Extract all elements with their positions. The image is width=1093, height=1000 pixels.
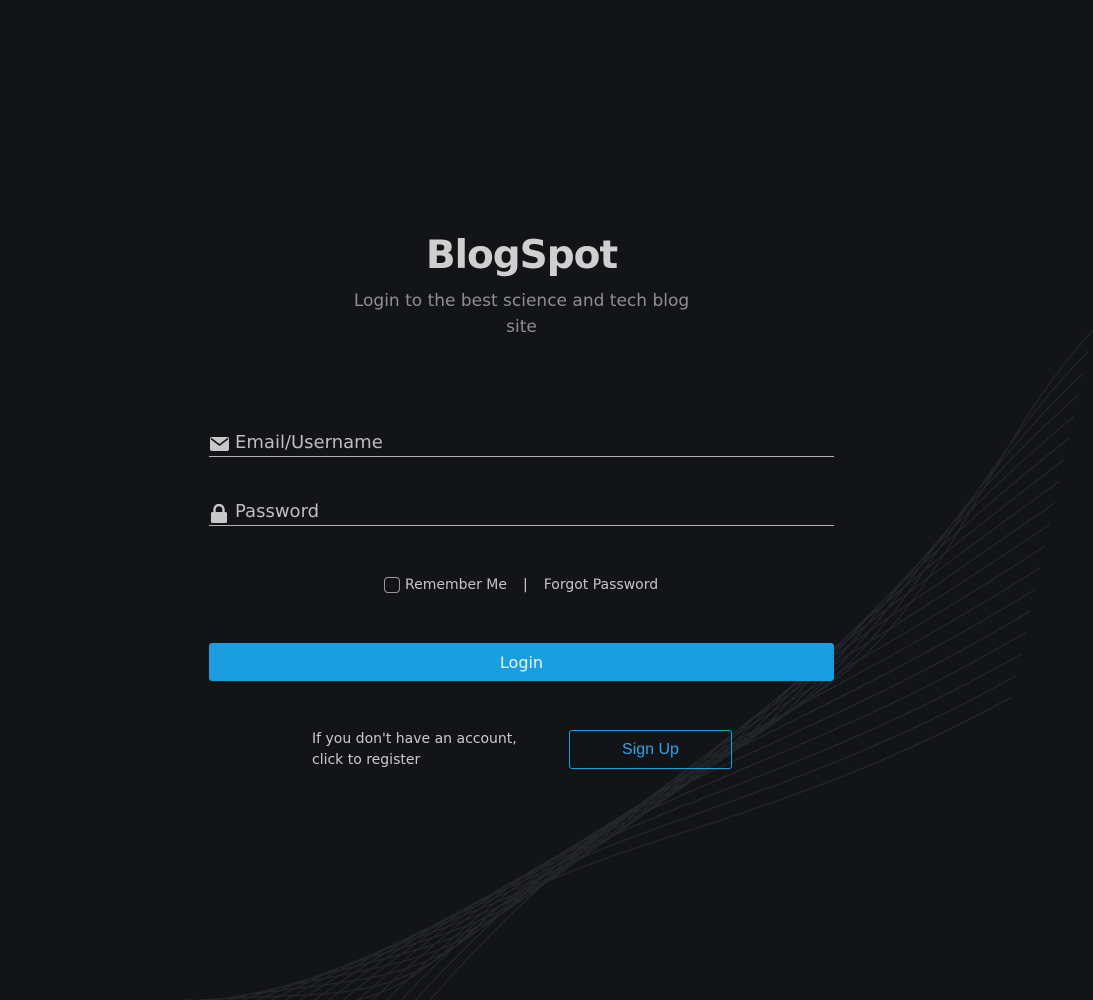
remember-me-label[interactable]: Remember Me — [405, 577, 507, 593]
email-field — [209, 428, 834, 457]
forgot-password-link[interactable]: Forgot Password — [544, 577, 658, 593]
envelope-icon — [209, 434, 229, 454]
lock-icon — [209, 503, 229, 523]
page-title: BlogSpot — [425, 233, 618, 278]
sign-up-button[interactable]: Sign Up — [569, 730, 732, 769]
register-prompt: If you don't have an account, click to r… — [312, 731, 517, 768]
background-wave-line — [228, 631, 1027, 1000]
login-options: Remember Me | Forgot Password — [384, 574, 658, 596]
remember-me-checkbox[interactable] — [384, 577, 400, 593]
separator: | — [523, 577, 528, 593]
password-field — [209, 497, 834, 526]
background-wave-line — [285, 545, 1046, 1000]
page-subtitle: Login to the best science and tech blog … — [353, 291, 690, 337]
background-wave-line — [400, 372, 1084, 1000]
header: BlogSpot Login to the best science and t… — [0, 230, 1043, 340]
background-wave-line — [386, 394, 1079, 1000]
password-input[interactable] — [235, 498, 834, 525]
email-input[interactable] — [235, 429, 834, 456]
background-wave-line — [199, 675, 1017, 1000]
login-button[interactable]: Login — [209, 643, 834, 681]
background-wave-line — [213, 653, 1022, 1000]
background-wave-line — [271, 567, 1041, 1000]
